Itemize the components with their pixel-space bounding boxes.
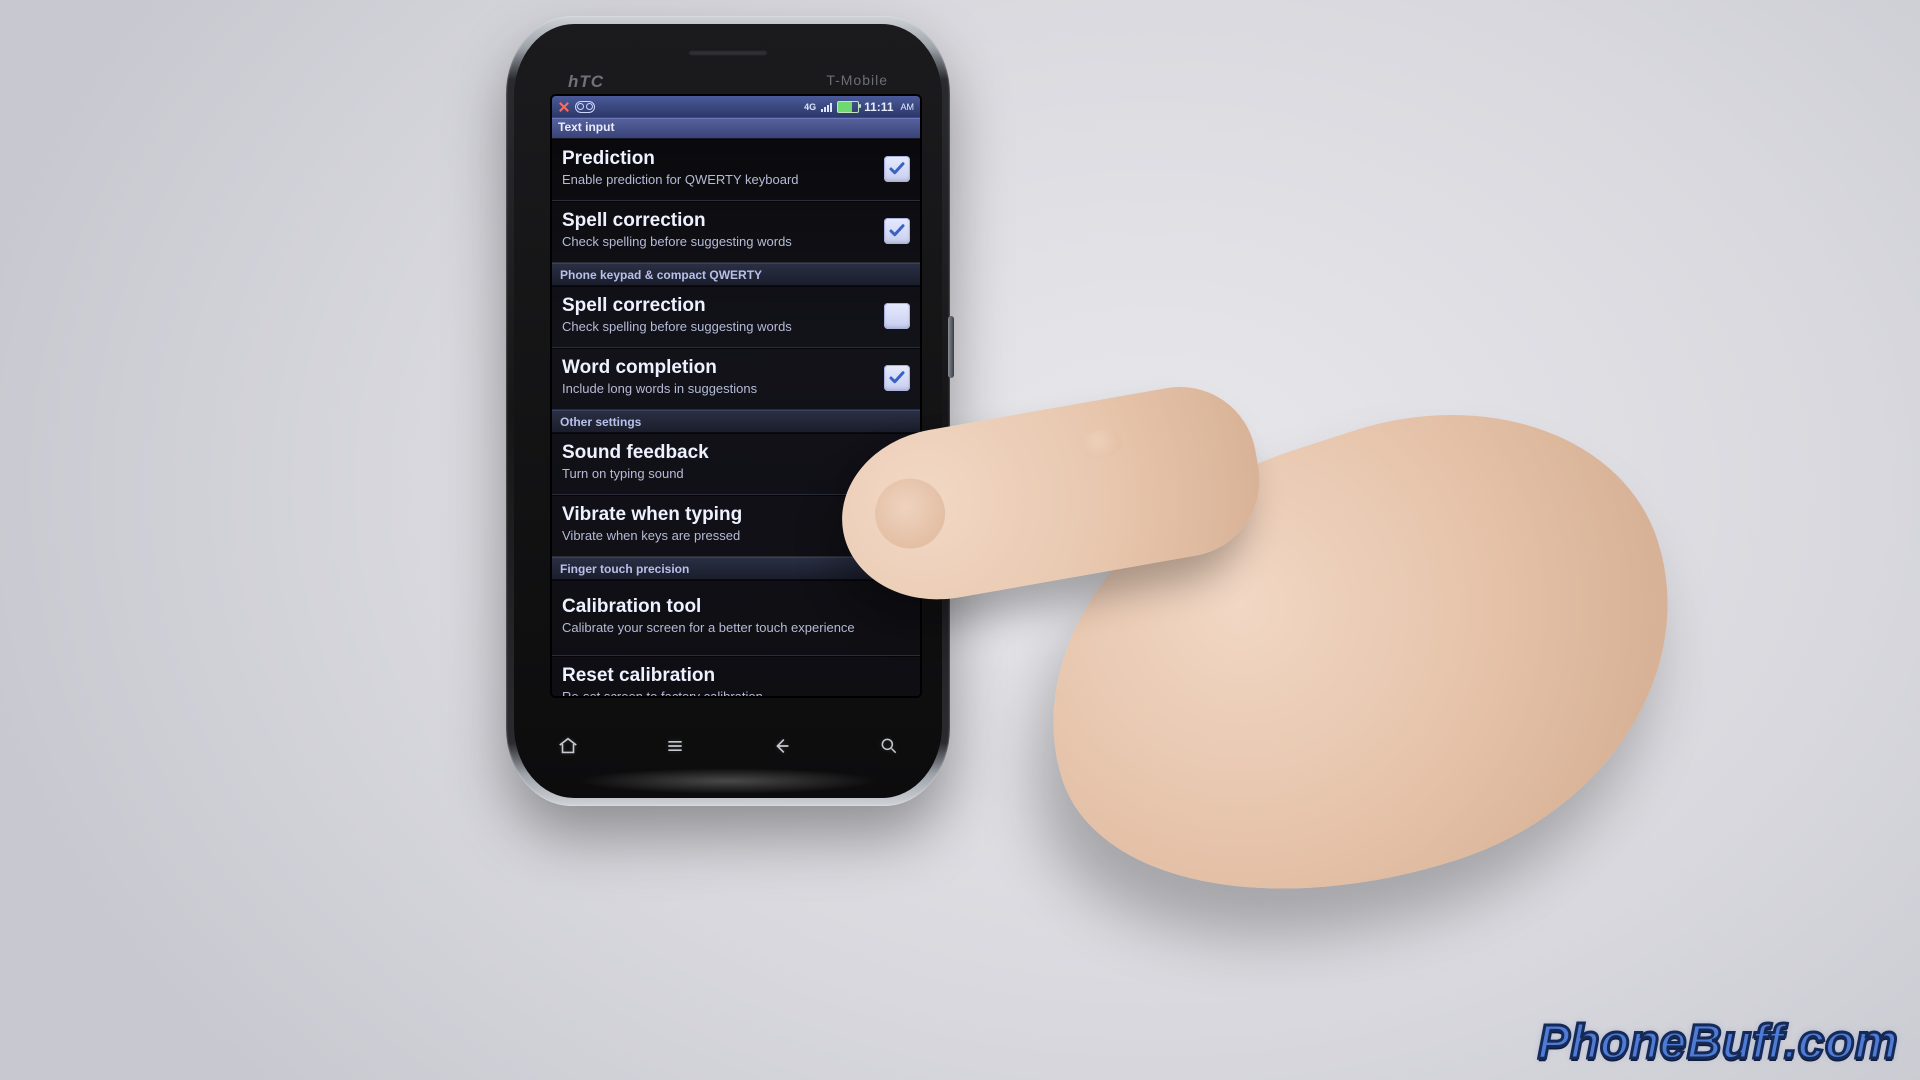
setting-subtitle: Enable prediction for QWERTY keyboard [562, 172, 876, 188]
menu-button[interactable] [660, 731, 690, 761]
setting-row-spell-correction-keypad[interactable]: Spell correction Check spelling before s… [552, 286, 920, 348]
phone-brand: hTC [568, 72, 604, 92]
error-icon [558, 101, 570, 113]
setting-title: Word completion [562, 358, 876, 379]
checkbox-spell-correction-keypad[interactable] [884, 303, 910, 329]
status-bar: 4G 11:11 AM [552, 96, 920, 118]
search-icon [879, 736, 899, 756]
network-type: 4G [804, 102, 816, 112]
watermark: PhoneBuff.com [1538, 1015, 1898, 1070]
setting-subtitle: Vibrate when keys are pressed [562, 528, 910, 544]
phone-chin-reflection [578, 768, 878, 794]
setting-title: Prediction [562, 149, 876, 170]
setting-subtitle: Calibrate your screen for a better touch… [562, 620, 910, 636]
setting-subtitle: Check spelling before suggesting words [562, 319, 876, 335]
voicemail-icon [575, 101, 595, 113]
settings-list[interactable]: Prediction Enable prediction for QWERTY … [552, 139, 920, 696]
setting-subtitle: Check spelling before suggesting words [562, 234, 876, 250]
status-right: 4G 11:11 AM [804, 100, 914, 114]
phone-carrier: T-Mobile [826, 72, 888, 88]
phone-side-button [948, 316, 954, 378]
checkbox-word-completion[interactable] [884, 365, 910, 391]
earpiece [688, 50, 768, 56]
back-button[interactable] [767, 731, 797, 761]
screen-title: Text input [552, 118, 920, 139]
status-left [558, 101, 595, 113]
clock-ampm: AM [901, 102, 915, 112]
section-header-finger-touch-precision: Finger touch precision [552, 557, 920, 580]
knuckle [1080, 427, 1124, 462]
menu-icon [665, 736, 685, 756]
search-button[interactable] [874, 731, 904, 761]
setting-row-reset-calibration[interactable]: Reset calibration Re-set screen to facto… [552, 656, 920, 696]
phone-body: hTC T-Mobile 4G 11:11 AM Text input [506, 16, 950, 806]
palm [988, 352, 1733, 968]
section-header-phone-keypad: Phone keypad & compact QWERTY [552, 263, 920, 286]
home-icon [557, 735, 579, 757]
setting-row-prediction[interactable]: Prediction Enable prediction for QWERTY … [552, 139, 920, 201]
check-icon [888, 369, 906, 387]
setting-row-spell-correction-qwerty[interactable]: Spell correction Check spelling before s… [552, 201, 920, 263]
setting-row-word-completion[interactable]: Word completion Include long words in su… [552, 348, 920, 410]
finger-shadow [840, 430, 1060, 550]
setting-title: Calibration tool [562, 597, 910, 618]
battery-icon [837, 101, 859, 113]
checkbox-prediction[interactable] [884, 156, 910, 182]
setting-subtitle: Re-set screen to factory calibration [562, 689, 910, 696]
clock-time: 11:11 [864, 100, 893, 114]
check-icon [888, 160, 906, 178]
check-icon [888, 222, 906, 240]
photo-background: hTC T-Mobile 4G 11:11 AM Text input [0, 0, 1920, 1080]
capacitive-button-bar [514, 724, 942, 768]
setting-row-calibration-tool[interactable]: Calibration tool Calibrate your screen f… [552, 580, 920, 656]
checkbox-spell-correction-qwerty[interactable] [884, 218, 910, 244]
signal-icon [821, 102, 832, 112]
setting-title: Reset calibration [562, 666, 910, 687]
setting-title: Spell correction [562, 211, 876, 232]
back-icon [771, 735, 793, 757]
section-header-other-settings: Other settings [552, 410, 920, 433]
setting-title: Spell correction [562, 296, 876, 317]
phone-bezel: hTC T-Mobile 4G 11:11 AM Text input [514, 24, 942, 798]
home-button[interactable] [553, 731, 583, 761]
phone-screen: 4G 11:11 AM Text input Prediction Enable … [552, 96, 920, 696]
setting-subtitle: Include long words in suggestions [562, 381, 876, 397]
